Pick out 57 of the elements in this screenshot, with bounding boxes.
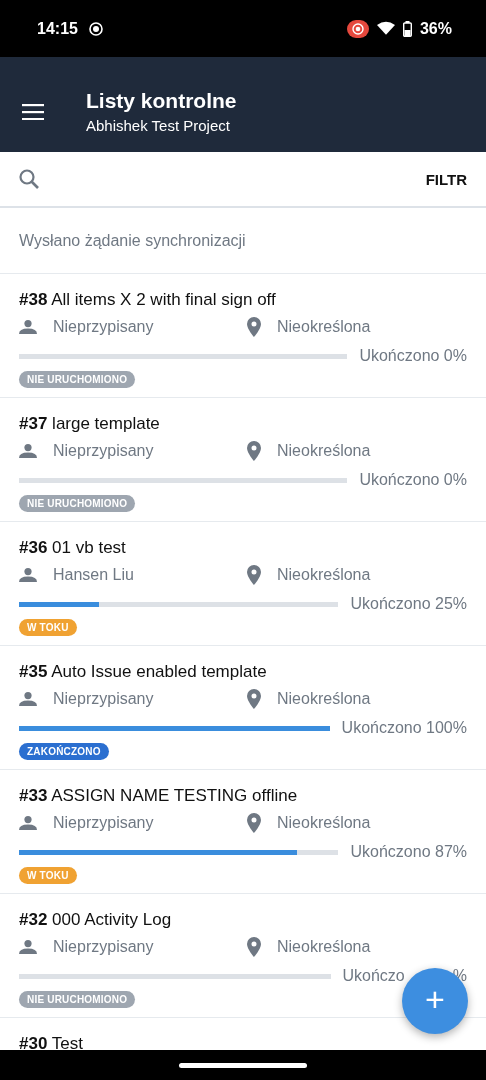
assignee-label: Nieprzypisany: [53, 318, 155, 336]
assignee-label: Nieprzypisany: [53, 442, 155, 460]
sync-message: Wysłano żądanie synchronizacji: [0, 208, 486, 274]
status-badge: NIE URUCHOMIONO: [19, 371, 136, 388]
person-icon: [19, 816, 37, 830]
location-pin-icon: [247, 937, 261, 957]
person-icon: [19, 940, 37, 954]
completion-text: Ukończono 100%: [341, 719, 467, 737]
home-handle[interactable]: [179, 1062, 307, 1068]
status-badge: NIE URUCHOMIONO: [19, 991, 136, 1008]
location-label: Nieokreślona: [277, 318, 371, 336]
status-badge: W TOKU: [19, 619, 77, 636]
completion-text: Ukończono 87%: [350, 843, 467, 861]
assignee-label: Hansen Liu: [53, 566, 135, 584]
clock-time: 14:15: [37, 19, 78, 38]
filter-button[interactable]: FILTR: [425, 166, 467, 192]
status-badge: NIE URUCHOMIONO: [19, 495, 136, 512]
completion-text: Ukończono 25%: [350, 595, 467, 613]
battery-icon: [402, 20, 412, 37]
location-pin-icon: [247, 689, 261, 709]
completion-text: Ukończo: [342, 967, 405, 985]
status-badge: W TOKU: [19, 867, 77, 884]
project-name: Abhishek Test Project: [86, 117, 231, 134]
location-label: Nieokreślona: [277, 938, 371, 956]
assignee-label: Nieprzypisany: [53, 690, 155, 708]
assignee-label: Nieprzypisany: [53, 814, 155, 832]
location-pin-icon: [247, 441, 261, 461]
record-icon: [87, 20, 104, 37]
location-pin-icon: [247, 565, 261, 585]
location-pin-icon: [247, 317, 261, 337]
search-bar[interactable]: FILTR: [0, 152, 486, 208]
status-badge: ZAKOŃCZONO: [19, 743, 109, 760]
checklist-title[interactable]: #36 01 vb test: [19, 538, 467, 558]
location-label: Nieokreślona: [277, 566, 371, 584]
checklist-title[interactable]: #33 ASSIGN NAME TESTING offline: [19, 786, 467, 806]
location-label: Nieokreślona: [277, 814, 371, 832]
screen-record-icon: [346, 19, 369, 38]
location-label: Nieokreślona: [277, 690, 371, 708]
person-icon: [19, 692, 37, 706]
person-icon: [19, 568, 37, 582]
checklist-title[interactable]: #37 large template: [19, 414, 467, 434]
completion-text: Ukończono 0%: [359, 347, 467, 365]
menu-icon[interactable]: [22, 103, 44, 120]
screen-title: Listy kontrolne: [86, 89, 237, 113]
checklist-title[interactable]: #35 Auto Issue enabled template: [19, 662, 467, 682]
person-icon: [19, 320, 37, 334]
wifi-icon: [376, 21, 395, 36]
checklist-title[interactable]: #30 Test: [19, 1034, 467, 1050]
location-pin-icon: [247, 813, 261, 833]
battery-percent: 36%: [419, 19, 452, 38]
checklist-title[interactable]: #32 000 Activity Log: [19, 910, 467, 930]
checklist-title[interactable]: #38 All items X 2 with final sign off: [19, 290, 467, 310]
location-label: Nieokreślona: [277, 442, 371, 460]
person-icon: [19, 444, 37, 458]
assignee-label: Nieprzypisany: [53, 938, 155, 956]
completion-text: Ukończono 0%: [359, 471, 467, 489]
search-icon[interactable]: [18, 168, 40, 190]
